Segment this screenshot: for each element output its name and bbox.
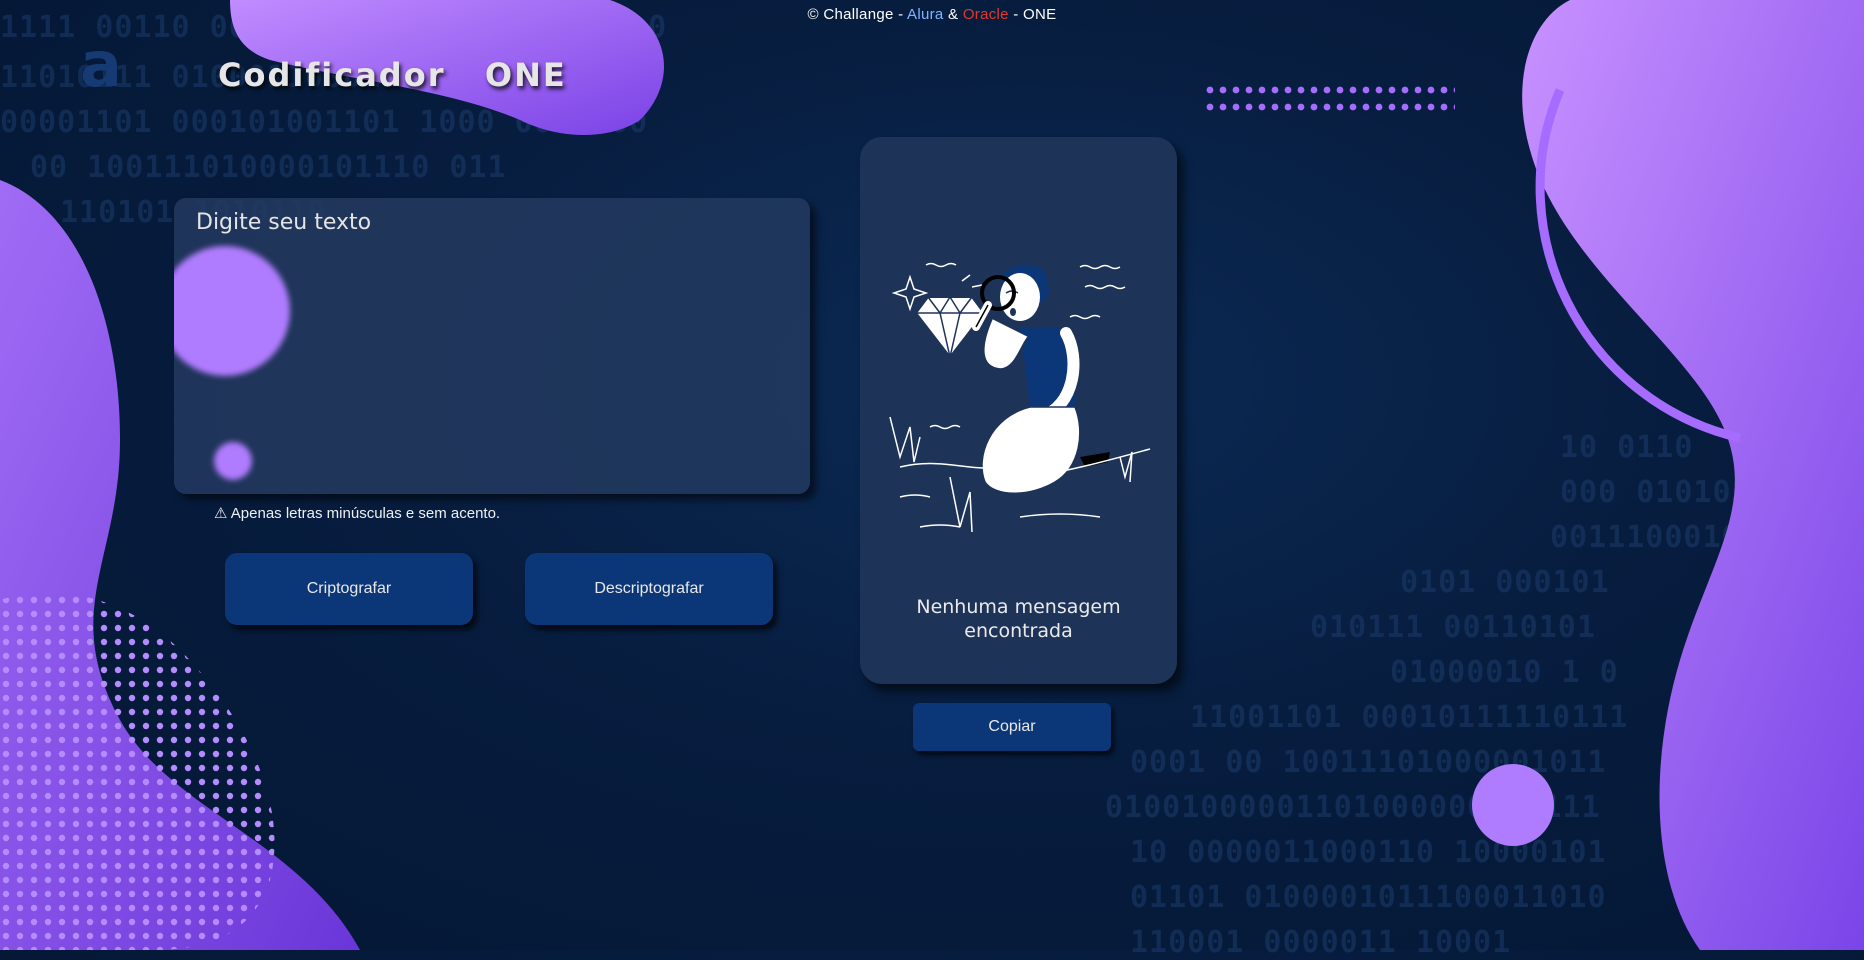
input-placeholder: Digite seu texto (196, 210, 372, 235)
copyright-tail: - ONE (1008, 6, 1057, 23)
page-title: Codificador ONE (218, 56, 567, 94)
encrypt-button[interactable]: Criptografar (225, 553, 473, 625)
empty-result-message: Nenhuma mensagem encontrada (860, 595, 1177, 643)
dot-row-top-right (1205, 84, 1455, 118)
person-magnifying-glass-diamond-illustration (889, 262, 1151, 533)
copy-button[interactable]: Copiar (913, 703, 1111, 751)
dot-pattern-left (0, 592, 275, 950)
amp-text: & (943, 6, 963, 23)
input-hint: ⚠ Apenas letras minúsculas e sem acento. (214, 505, 501, 522)
decorative-bubble-small (214, 442, 252, 480)
decorative-bubble-large (174, 246, 290, 376)
alura-link[interactable]: Alura (907, 6, 944, 23)
copyright-footer: © Challange - Alura & Oracle - ONE (0, 6, 1864, 23)
purple-circle-bottom-right (1472, 764, 1554, 846)
copyright-text: © Challange - (807, 6, 908, 23)
result-card: Nenhuma mensagem encontrada (860, 137, 1177, 684)
empty-result-line-2: encontrada (964, 620, 1073, 642)
purple-blob-right (1522, 0, 1864, 950)
binary-background: 110001 0000011 10001 (1130, 925, 1512, 960)
oracle-link[interactable]: Oracle (963, 6, 1009, 23)
decrypt-button[interactable]: Descriptografar (525, 553, 773, 625)
text-input-area[interactable]: Digite seu texto (174, 198, 810, 494)
empty-result-line-1: Nenhuma mensagem (916, 596, 1121, 618)
alura-logo-icon: a (80, 28, 122, 101)
